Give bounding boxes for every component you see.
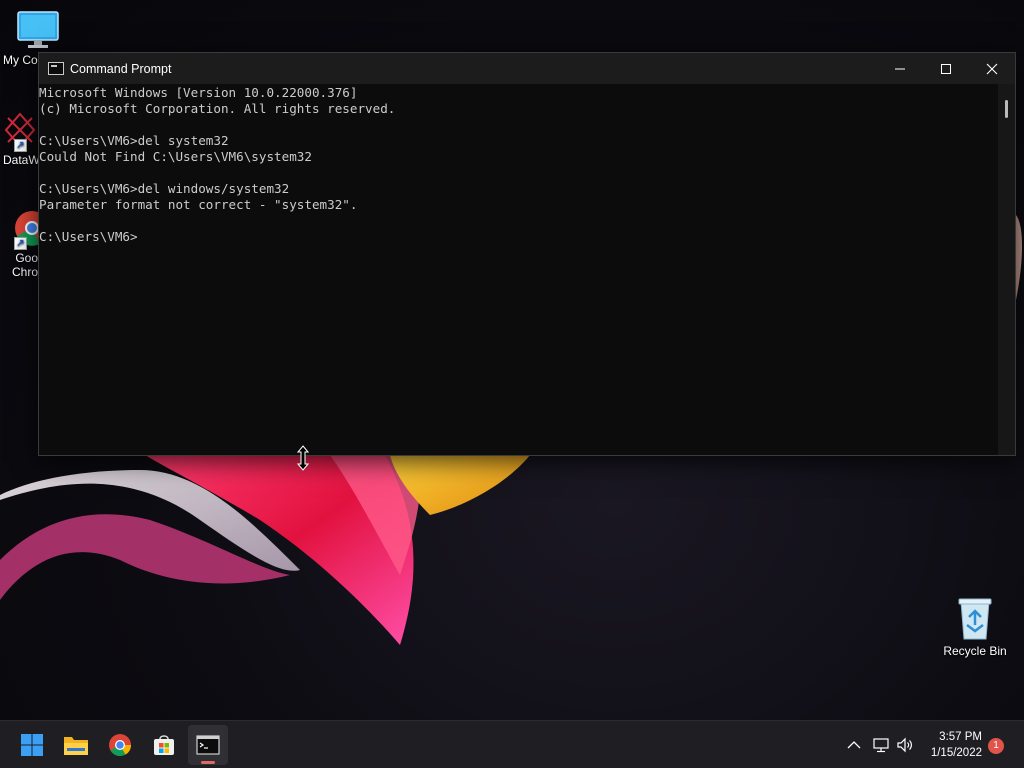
console-line: C:\Users\VM6>del system32 xyxy=(39,133,229,148)
volume-icon xyxy=(897,737,912,753)
desktop-icon-label-line2: Chro xyxy=(11,265,38,279)
desktop-icon-google-chrome[interactable]: ↗ Goo Chro xyxy=(0,206,49,279)
console-line: Could Not Find C:\Users\VM6\system32 xyxy=(39,149,312,164)
taskbar-clock[interactable]: 3:57 PM 1/15/2022 xyxy=(931,729,982,761)
scrollbar-thumb[interactable] xyxy=(1005,100,1008,118)
taskbar-start-button[interactable] xyxy=(12,725,52,765)
folder-icon xyxy=(64,737,88,755)
console-line: (c) Microsoft Corporation. All rights re… xyxy=(39,101,396,116)
network-icon xyxy=(873,738,889,753)
desktop-icon-datawrapper[interactable]: ↗ DataW xyxy=(0,110,40,167)
clock-date: 1/15/2022 xyxy=(930,747,982,759)
desktop-icon-label: Goo xyxy=(15,251,38,265)
taskbar-store[interactable] xyxy=(144,725,184,765)
console-scrollbar[interactable] xyxy=(998,84,1015,455)
show-hidden-icons-button[interactable] xyxy=(844,735,864,755)
datawrapper-icon: ↗ xyxy=(0,110,38,152)
windows-start-icon xyxy=(21,734,43,756)
computer-icon xyxy=(16,10,60,50)
chrome-icon: ↗ xyxy=(0,206,49,250)
shortcut-arrow-icon: ↗ xyxy=(14,237,27,250)
taskbar: 3:57 PM 1/15/2022 1 xyxy=(0,720,1024,768)
desktop-icon-label: DataW xyxy=(3,153,40,167)
console-prompt-line[interactable]: C:\Users\VM6> xyxy=(39,229,998,245)
recycle-bin-icon xyxy=(955,597,995,641)
taskbar-command-prompt[interactable] xyxy=(188,725,228,765)
taskbar-chrome[interactable] xyxy=(100,725,140,765)
volume-button[interactable] xyxy=(895,735,915,755)
console-line: Parameter format not correct - "system32… xyxy=(39,197,358,212)
chevron-up-icon xyxy=(847,741,861,749)
chrome-icon xyxy=(109,734,131,756)
store-icon xyxy=(154,735,174,755)
clock-time: 3:57 PM xyxy=(939,731,982,743)
taskbar-file-explorer[interactable] xyxy=(56,725,96,765)
minimize-icon xyxy=(895,68,905,69)
minimize-button[interactable] xyxy=(877,53,923,84)
terminal-icon xyxy=(196,735,220,755)
desktop-icon-recycle-bin[interactable]: Recycle Bin xyxy=(940,597,1010,658)
window-title: Command Prompt xyxy=(70,61,172,76)
console-output[interactable]: Microsoft Windows [Version 10.0.22000.37… xyxy=(39,84,998,455)
terminal-icon xyxy=(48,62,64,75)
maximize-icon xyxy=(941,63,951,74)
maximize-button[interactable] xyxy=(923,53,969,84)
command-prompt-window[interactable]: Command Prompt Microsoft Windows [Versio… xyxy=(38,52,1016,456)
window-controls xyxy=(877,53,1015,84)
console-line: C:\Users\VM6>del windows/system32 xyxy=(39,181,290,196)
console-line: Microsoft Windows [Version 10.0.22000.37… xyxy=(39,85,358,100)
active-app-indicator xyxy=(201,761,215,764)
window-titlebar[interactable]: Command Prompt xyxy=(39,53,1015,84)
shortcut-arrow-icon: ↗ xyxy=(14,139,27,152)
vertical-resize-cursor-icon xyxy=(296,445,310,475)
notification-badge[interactable]: 1 xyxy=(988,738,1004,754)
close-icon xyxy=(986,63,998,74)
desktop-icon-label: Recycle Bin xyxy=(943,644,1007,658)
network-button[interactable] xyxy=(871,735,891,755)
close-button[interactable] xyxy=(969,53,1015,84)
